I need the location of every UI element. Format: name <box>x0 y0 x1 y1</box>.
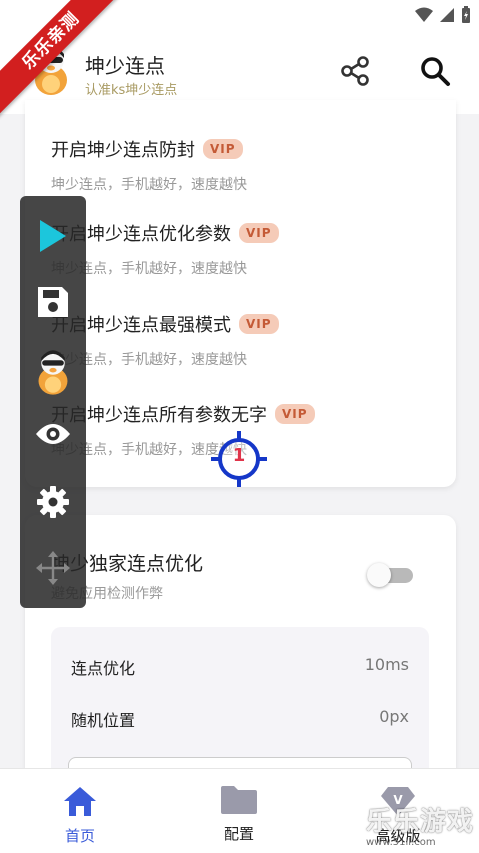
setting-label: 随机位置 <box>71 711 136 730</box>
settings-button[interactable] <box>33 482 73 522</box>
options-card: 开启坤少连点防封 VIP 坤少连点，手机越好，速度越快 开启坤少连点优化参数 VIP… <box>25 100 456 487</box>
home-icon <box>64 787 96 816</box>
wifi-icon <box>415 7 433 22</box>
click-target-marker[interactable]: 1 <box>211 431 267 487</box>
optimize-toggle[interactable] <box>367 563 413 587</box>
avatar <box>38 350 68 395</box>
setting-value: 10ms <box>364 655 409 674</box>
optimize-card: 坤少独家连点优化 避免应用检测作弊 连点优化 10ms 随机位置 0px <box>25 515 456 797</box>
target-number: 1 <box>232 445 246 466</box>
option-desc: 坤少连点，手机越好，速度越快 <box>51 177 247 193</box>
watermark-text: 乐乐游戏 <box>366 807 475 837</box>
play-icon <box>40 220 66 252</box>
move-icon <box>36 551 70 585</box>
setting-label: 连点优化 <box>71 659 136 678</box>
floating-toolbar <box>20 196 86 608</box>
ribbon-label: 乐乐亲测 <box>0 0 120 119</box>
corner-ribbon: 乐乐亲测 <box>0 0 120 120</box>
battery-icon <box>462 6 470 23</box>
option-anti-ban[interactable]: 开启坤少连点防封 VIP 坤少连点，手机越好，速度越快 <box>51 136 247 194</box>
visibility-button[interactable] <box>33 414 73 454</box>
save-button[interactable] <box>33 282 73 322</box>
option-desc: 坤少连点，手机越好，速度越快 <box>51 442 247 458</box>
search-icon[interactable] <box>418 54 452 88</box>
toggle-knob <box>367 563 391 587</box>
option-no-text[interactable]: 开启坤少连点所有参数无字 VIP 坤少连点，手机越好，速度越快 <box>51 401 315 459</box>
folder-icon <box>221 786 257 814</box>
nav-home-label: 首页 <box>64 827 95 845</box>
settings-box: 连点优化 10ms 随机位置 0px <box>51 627 429 797</box>
watermark-url: www.51ll.com <box>366 837 436 848</box>
nav-config[interactable]: 配置 <box>199 785 279 844</box>
option-title: 开启坤少连点防封 <box>51 140 195 161</box>
vip-badge: VIP <box>275 404 315 424</box>
setting-value: 0px <box>379 707 409 726</box>
vip-badge: VIP <box>239 223 279 243</box>
move-handle[interactable] <box>33 548 73 588</box>
setting-click-optimize[interactable]: 连点优化 10ms <box>71 655 409 679</box>
vip-badge: VIP <box>239 314 279 334</box>
nav-home[interactable]: 首页 <box>40 785 120 846</box>
share-icon[interactable] <box>338 54 372 88</box>
status-icons <box>415 6 471 24</box>
save-icon <box>38 287 68 317</box>
play-button[interactable] <box>33 216 73 256</box>
signal-icon <box>440 8 454 22</box>
vip-badge: VIP <box>203 139 243 159</box>
watermark: 乐乐游戏 www.51ll.com <box>362 797 479 853</box>
eye-icon <box>36 424 70 444</box>
setting-random-position[interactable]: 随机位置 0px <box>71 707 409 731</box>
mascot-button[interactable] <box>33 348 73 396</box>
nav-config-label: 配置 <box>223 825 254 843</box>
gear-icon <box>37 486 69 518</box>
